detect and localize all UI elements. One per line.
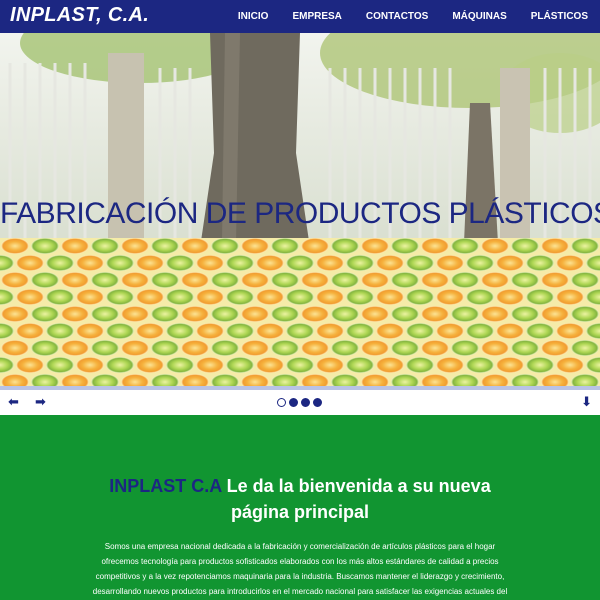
welcome-heading-line2: página principal: [230, 502, 370, 522]
main-nav: INICIO EMPRESA CONTACTOS MÁQUINAS PLÁSTI…: [226, 0, 600, 33]
arrow-down-icon[interactable]: ⬇: [581, 394, 592, 410]
nav-item-plasticos[interactable]: PLÁSTICOS: [519, 0, 600, 33]
slider-dots: [277, 398, 322, 407]
slider-controls: ⬅ ➡ ⬇: [0, 390, 600, 415]
arrow-left-icon[interactable]: ⬅: [8, 394, 19, 410]
hero-slider: FABRICACIÓN DE PRODUCTOS PLÁSTICOS: [0, 33, 600, 386]
slider-dot-3[interactable]: [301, 398, 310, 407]
slider-dot-2[interactable]: [289, 398, 298, 407]
welcome-section: INPLAST C.A Le da la bienvenida a su nue…: [0, 415, 600, 600]
nav-item-contactos[interactable]: CONTACTOS: [354, 0, 440, 33]
slider-dot-4[interactable]: [313, 398, 322, 407]
nav-item-inicio[interactable]: INICIO: [226, 0, 281, 33]
welcome-heading: INPLAST C.A Le da la bienvenida a su nue…: [0, 473, 600, 525]
nav-item-maquinas[interactable]: MÁQUINAS: [440, 0, 518, 33]
welcome-brand-name: INPLAST C.A: [109, 476, 222, 496]
brand-logo[interactable]: INPLAST, C.A.: [10, 4, 149, 27]
top-navbar: INPLAST, C.A. INICIO EMPRESA CONTACTOS M…: [0, 0, 600, 33]
nav-item-empresa[interactable]: EMPRESA: [280, 0, 353, 33]
arrow-right-icon[interactable]: ➡: [35, 394, 46, 410]
slider-dot-1[interactable]: [277, 398, 286, 407]
hero-title: FABRICACIÓN DE PRODUCTOS PLÁSTICOS: [0, 197, 600, 230]
welcome-body-text: Somos una empresa nacional dedicada a la…: [92, 542, 508, 596]
welcome-heading-line1: Le da la bienvenida a su nueva: [221, 476, 491, 496]
